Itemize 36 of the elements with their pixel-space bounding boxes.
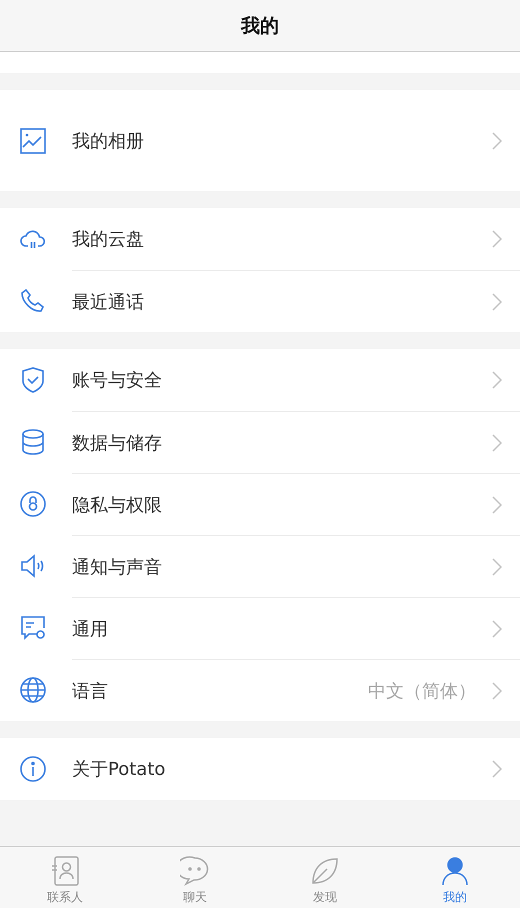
- database-icon: [20, 429, 46, 455]
- contact-card-icon: [51, 856, 79, 886]
- info-icon: [20, 756, 46, 782]
- row-label: 我的相册: [72, 130, 145, 152]
- chevron-right-icon: [492, 620, 502, 638]
- shield-check-icon: [20, 367, 46, 393]
- chevron-right-icon: [492, 371, 502, 389]
- chevron-right-icon: [492, 496, 502, 514]
- chevron-right-icon: [492, 760, 502, 778]
- row-label: 通用: [72, 618, 109, 640]
- speaker-icon: [20, 553, 46, 579]
- globe-icon: [20, 677, 46, 703]
- chevron-right-icon: [492, 292, 502, 310]
- lock-icon: [20, 491, 46, 517]
- tab[interactable]: 我的: [390, 847, 520, 908]
- person-icon: [440, 856, 470, 886]
- row-label: 关于Potato: [72, 758, 166, 781]
- chat-gear-icon: [20, 615, 46, 641]
- row-label: 通知与声音: [72, 556, 163, 578]
- row-label: 语言: [72, 680, 109, 702]
- row-label: 我的云盘: [72, 228, 145, 251]
- row-value: 中文（简体）: [368, 680, 476, 702]
- chevron-right-icon: [492, 132, 502, 150]
- chat-bubble-icon: [180, 856, 210, 886]
- page-title: 我的: [241, 14, 279, 38]
- chevron-right-icon: [492, 434, 502, 452]
- row-label: 账号与安全: [72, 369, 163, 392]
- chevron-right-icon: [492, 230, 502, 248]
- leaf-icon: [310, 856, 340, 886]
- row-label: 数据与储存: [72, 432, 163, 454]
- chevron-right-icon: [492, 558, 502, 576]
- chevron-right-icon: [492, 682, 502, 700]
- phone-icon: [20, 288, 46, 314]
- picture-frame-icon: [20, 128, 46, 154]
- row-label: 隐私与权限: [72, 494, 163, 516]
- row-label: 最近通话: [72, 290, 145, 314]
